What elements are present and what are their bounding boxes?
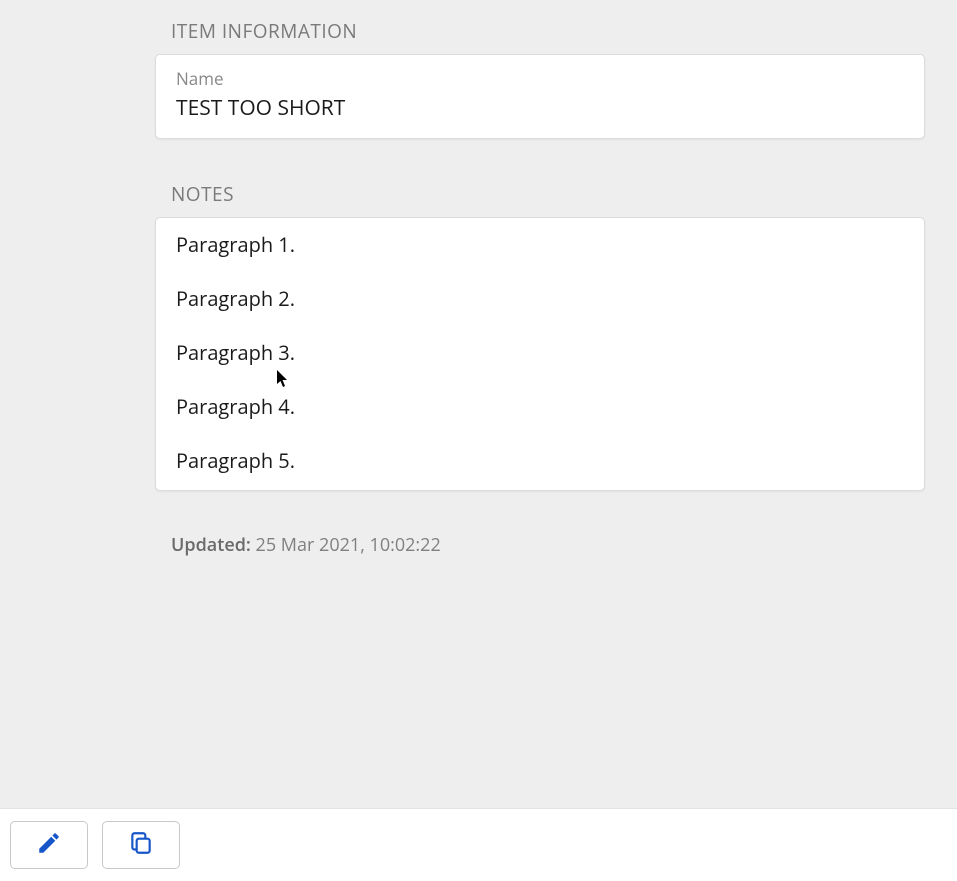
notes-card[interactable]: Paragraph 1. Paragraph 2. Paragraph 3. P… — [155, 217, 925, 491]
note-paragraph: Paragraph 5. — [176, 448, 904, 474]
section-title-item-information: ITEM INFORMATION — [171, 18, 924, 44]
pencil-icon — [36, 830, 62, 861]
name-field-value: TEST TOO SHORT — [176, 94, 904, 122]
copy-icon — [128, 830, 154, 861]
note-paragraph: Paragraph 4. — [176, 394, 904, 420]
updated-timestamp: Updated: 25 Mar 2021, 10:02:22 — [171, 533, 924, 557]
section-title-notes: NOTES — [171, 181, 924, 207]
name-field-label: Name — [176, 67, 904, 90]
updated-label: Updated: — [171, 533, 251, 557]
note-paragraph: Paragraph 1. — [176, 232, 904, 258]
updated-value: 25 Mar 2021, 10:02:22 — [256, 533, 441, 557]
bottom-toolbar — [0, 808, 957, 881]
edit-button[interactable] — [10, 821, 88, 869]
name-card[interactable]: Name TEST TOO SHORT — [155, 54, 925, 139]
copy-button[interactable] — [102, 821, 180, 869]
note-paragraph: Paragraph 2. — [176, 286, 904, 312]
note-paragraph: Paragraph 3. — [176, 340, 904, 366]
